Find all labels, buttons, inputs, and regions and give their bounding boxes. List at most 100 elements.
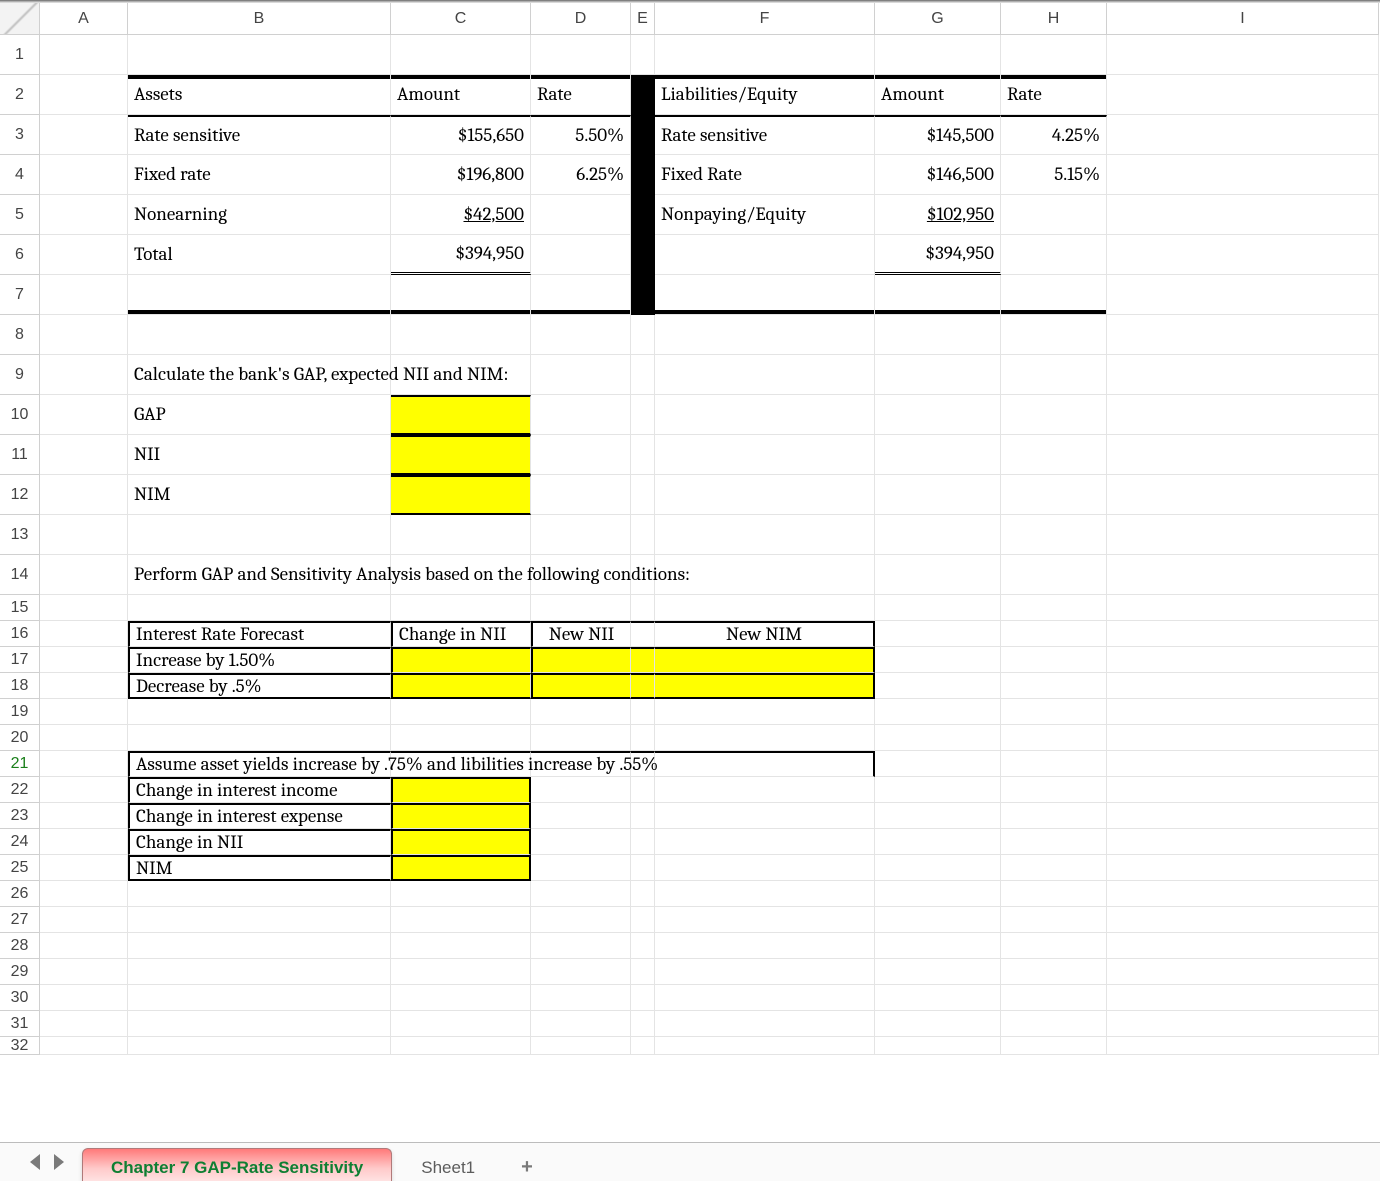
cell-C28[interactable] (391, 933, 531, 959)
cell-E24[interactable] (631, 829, 655, 855)
cell-G5[interactable]: $102,950 (875, 195, 1001, 235)
cell-H22[interactable] (1001, 777, 1107, 803)
cell-C20[interactable] (391, 725, 531, 751)
cell-E13[interactable] (631, 515, 655, 555)
cell-A23[interactable] (40, 803, 128, 829)
cell-D10[interactable] (531, 395, 631, 435)
cell-H4[interactable]: 5.15% (1001, 155, 1107, 195)
cell-A10[interactable] (40, 395, 128, 435)
row-header[interactable]: 22 (0, 777, 40, 803)
cell-F23[interactable] (655, 803, 875, 829)
cell-E29[interactable] (631, 959, 655, 985)
cell-H1[interactable] (1001, 35, 1107, 75)
cell-A28[interactable] (40, 933, 128, 959)
row-header[interactable]: 20 (0, 725, 40, 751)
cell-E32[interactable] (631, 1037, 655, 1055)
cell-H27[interactable] (1001, 907, 1107, 933)
cell-E16[interactable] (631, 621, 655, 647)
cell-H9[interactable] (1001, 355, 1107, 395)
cell-I24[interactable] (1107, 829, 1379, 855)
cell-B2[interactable]: Assets (128, 75, 391, 115)
cell-E4[interactable] (631, 155, 655, 195)
cell-F21[interactable] (655, 751, 875, 777)
cell-B31[interactable] (128, 1011, 391, 1037)
col-header-D[interactable]: D (531, 3, 631, 35)
cell-D29[interactable] (531, 959, 631, 985)
row-header[interactable]: 26 (0, 881, 40, 907)
cell-E28[interactable] (631, 933, 655, 959)
cell-F7[interactable] (655, 275, 875, 315)
cell-I8[interactable] (1107, 315, 1379, 355)
cell-G18[interactable] (875, 673, 1001, 699)
cell-B27[interactable] (128, 907, 391, 933)
cell-F27[interactable] (655, 907, 875, 933)
cell-G22[interactable] (875, 777, 1001, 803)
cell-B23[interactable]: Change in interest expense (128, 803, 391, 829)
row-header[interactable]: 15 (0, 595, 40, 621)
cell-D19[interactable] (531, 699, 631, 725)
cell-C22[interactable] (391, 777, 531, 803)
cell-C31[interactable] (391, 1011, 531, 1037)
col-header-B[interactable]: B (128, 3, 391, 35)
cell-I13[interactable] (1107, 515, 1379, 555)
cell-H16[interactable] (1001, 621, 1107, 647)
col-header-E[interactable]: E (631, 3, 655, 35)
cell-F15[interactable] (655, 595, 875, 621)
cell-C23[interactable] (391, 803, 531, 829)
col-header-A[interactable]: A (40, 3, 128, 35)
cell-E23[interactable] (631, 803, 655, 829)
cell-H21[interactable] (1001, 751, 1107, 777)
cell-F17[interactable] (655, 647, 875, 673)
cell-D3[interactable]: 5.50% (531, 115, 631, 155)
cell-D27[interactable] (531, 907, 631, 933)
cell-H31[interactable] (1001, 1011, 1107, 1037)
cell-A22[interactable] (40, 777, 128, 803)
cell-C25[interactable] (391, 855, 531, 881)
row-header[interactable]: 9 (0, 355, 40, 395)
cell-F26[interactable] (655, 881, 875, 907)
cell-A5[interactable] (40, 195, 128, 235)
cell-F16[interactable]: New NIM (655, 621, 875, 647)
cell-E6[interactable] (631, 235, 655, 275)
cell-E11[interactable] (631, 435, 655, 475)
cell-D28[interactable] (531, 933, 631, 959)
cell-H5[interactable] (1001, 195, 1107, 235)
col-header-I[interactable]: I (1107, 3, 1379, 35)
cell-B6[interactable]: Total (128, 235, 391, 275)
cell-B19[interactable] (128, 699, 391, 725)
cell-E30[interactable] (631, 985, 655, 1011)
cell-A16[interactable] (40, 621, 128, 647)
cell-A29[interactable] (40, 959, 128, 985)
cell-D9[interactable] (531, 355, 631, 395)
cell-G23[interactable] (875, 803, 1001, 829)
row-header[interactable]: 4 (0, 155, 40, 195)
cell-B5[interactable]: Nonearning (128, 195, 391, 235)
cell-I6[interactable] (1107, 235, 1379, 275)
cell-A19[interactable] (40, 699, 128, 725)
cell-C7[interactable] (391, 275, 531, 315)
cell-C12[interactable] (391, 475, 531, 515)
cell-G26[interactable] (875, 881, 1001, 907)
cell-D23[interactable] (531, 803, 631, 829)
cell-C4[interactable]: $196,800 (391, 155, 531, 195)
cell-C11[interactable] (391, 435, 531, 475)
col-header-H[interactable]: H (1001, 3, 1107, 35)
grid[interactable]: A B C D E F G H I 1 2 Assets (0, 3, 1380, 1141)
cell-H32[interactable] (1001, 1037, 1107, 1055)
row-header[interactable]: 14 (0, 555, 40, 595)
cell-D2[interactable]: Rate (531, 75, 631, 115)
cell-A1[interactable] (40, 35, 128, 75)
cell-D26[interactable] (531, 881, 631, 907)
cell-D31[interactable] (531, 1011, 631, 1037)
cell-I18[interactable] (1107, 673, 1379, 699)
cell-C13[interactable] (391, 515, 531, 555)
cell-I11[interactable] (1107, 435, 1379, 475)
cell-B17[interactable]: Increase by 1.50% (128, 647, 391, 673)
cell-D22[interactable] (531, 777, 631, 803)
cell-F13[interactable] (655, 515, 875, 555)
cell-G9[interactable] (875, 355, 1001, 395)
cell-G27[interactable] (875, 907, 1001, 933)
cell-C27[interactable] (391, 907, 531, 933)
cell-C18[interactable] (391, 673, 531, 699)
cell-D30[interactable] (531, 985, 631, 1011)
